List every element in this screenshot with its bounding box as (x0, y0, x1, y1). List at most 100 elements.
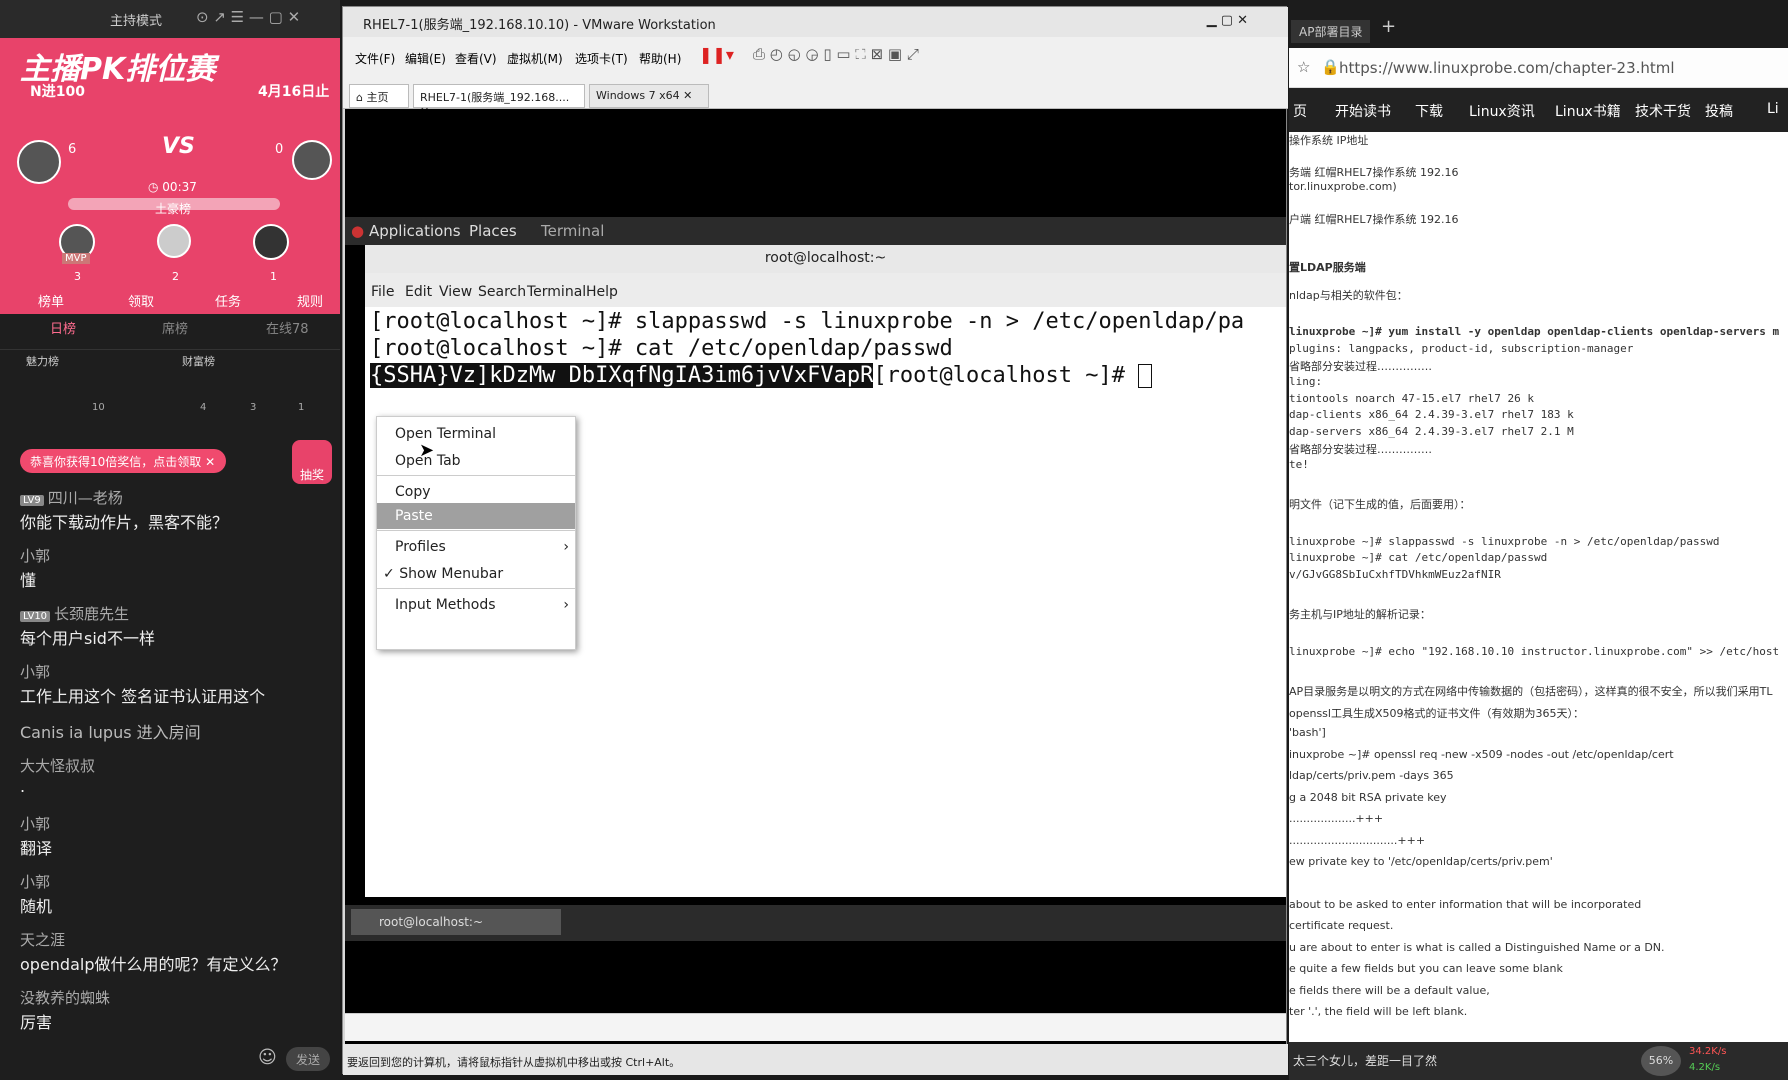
nav-download[interactable]: 下载 (1415, 101, 1443, 121)
term-menu-edit[interactable]: Edit (405, 284, 432, 300)
terminal-window[interactable]: root@localhost:~ File Edit View Search T… (365, 245, 1286, 897)
menu-vm[interactable]: 虚拟机(M) (507, 50, 563, 67)
menu-help[interactable]: 帮助(H) (639, 50, 681, 67)
vm-titlebar: RHEL7-1(服务端_192.168.10.10) - VMware Work… (343, 7, 1288, 37)
chevron-right-icon: › (563, 597, 569, 613)
doc-line: e fields there will be a default value, (1289, 984, 1490, 997)
doc-line: tor.linuxprobe.com) (1289, 180, 1397, 193)
nav-submit[interactable]: 投稿 (1705, 101, 1733, 121)
pause-icon[interactable]: ❚❚▾ (699, 45, 734, 64)
menu-tabs[interactable]: 选项卡(T) (575, 50, 628, 67)
ctx-input-methods[interactable]: Input Methods › (377, 592, 575, 618)
horizontal-scrollbar[interactable] (345, 1013, 1286, 1041)
download-speed: 4.2K/s (1689, 1062, 1721, 1073)
emoji-icon[interactable]: ☺ (258, 1047, 277, 1068)
chat-name-7: 小郭 (20, 873, 51, 891)
send-button[interactable]: 发送 (286, 1047, 330, 1071)
chat-name-6: 小郭 (20, 815, 51, 833)
tab-win7[interactable]: Windows 7 x64 ✕ (589, 84, 709, 108)
selected-text[interactable]: {SSHA}Vz]kDzMw DbIXqfNgIA3im6jvVxFVapR (370, 363, 874, 388)
tab-online[interactable]: 在线78 (266, 318, 309, 337)
ctx-show-menubar[interactable]: ✓ Show Menubar (377, 561, 575, 587)
ctx-open-terminal[interactable]: Open Terminal (377, 421, 575, 447)
vm-title-text: RHEL7-1(服务端_192.168.10.10) - VMware Work… (363, 18, 716, 33)
charm-count: 10 (92, 402, 105, 413)
doc-line: ew private key to '/etc/openldap/certs/p… (1289, 855, 1553, 868)
term-menu-terminal[interactable]: Terminal (527, 284, 586, 300)
terminal-line-1: [root@localhost ~]# slappasswd -s linuxp… (370, 309, 1245, 334)
new-tab-icon[interactable]: + (1381, 16, 1396, 37)
tab-win7-label: Windows 7 x64 (596, 89, 680, 102)
nav-books[interactable]: Linux书籍 (1555, 101, 1621, 121)
tab-home[interactable]: ⌂ 主页 (349, 84, 409, 108)
rich-avatar-2[interactable] (157, 224, 191, 258)
browser-tab[interactable]: AP部署目录 (1291, 20, 1371, 43)
chat-message-6: 翻译 (20, 839, 53, 858)
chat-name-5: 大大怪叔叔 (20, 757, 96, 775)
address-bar[interactable]: ☆ 🔒 https://www.linuxprobe.com/chapter-2… (1289, 48, 1788, 88)
nav-item[interactable]: 页 (1293, 101, 1307, 121)
doc-line: ...............................+++ (1289, 834, 1426, 847)
action-claim[interactable]: 领取 (128, 291, 154, 310)
term-menu-help[interactable]: Help (586, 284, 618, 300)
menu-file[interactable]: 文件(F) (355, 50, 395, 67)
term-menu-file[interactable]: File (371, 284, 394, 300)
tab-seat[interactable]: 席榜 (162, 318, 188, 337)
terminal-title: root@localhost:~ (365, 245, 1286, 273)
timer: ◷ 00:37 (148, 180, 197, 194)
applications-menu[interactable]: Applications (369, 222, 461, 240)
nav-start[interactable]: 开始读书 (1335, 101, 1391, 121)
term-menu-search[interactable]: Search (478, 284, 526, 300)
chat-name-4: Canis ia lupus 进入房间 (20, 723, 201, 742)
rich-avatar-1[interactable] (253, 224, 289, 260)
doc-code: dap-clients x86_64 2.4.39-3.el7 rhel7 18… (1289, 408, 1574, 421)
date-end-label: 4月16日止 (258, 84, 330, 100)
doc-code: 省略部分安装过程…………… (1289, 360, 1432, 373)
toolbar-icons[interactable]: ⎙ ◴ ◵ ◶ ▯ ▭ ⛶ ⊠ ▣ ⤢ (753, 45, 919, 63)
terminal-menu[interactable]: Terminal (541, 222, 604, 240)
live-tabs: 日榜 席榜 在线78 (0, 316, 340, 350)
doc-line: about to be asked to enter information t… (1289, 898, 1642, 911)
check-icon: ✓ (383, 566, 395, 582)
guest-screen[interactable]: ● Applications Places Terminal root@loca… (345, 109, 1286, 1044)
ctx-paste[interactable]: Paste (377, 503, 575, 529)
term-menu-view[interactable]: View (439, 284, 472, 300)
nav-tech[interactable]: 技术干货 (1635, 101, 1691, 121)
tab-rhel[interactable]: RHEL7-1(服务端_192.168.... ✕ (413, 84, 585, 118)
gnome-taskbar: root@localhost:~ (345, 905, 1286, 941)
ctx-open-tab[interactable]: Open Tab (377, 448, 575, 474)
site-nav: 页 开始读书 下载 Linux资讯 Linux书籍 技术干货 投稿 Li (1289, 88, 1788, 132)
doc-line: 操作系统 IP地址 (1289, 134, 1369, 147)
terminal-line-3: {SSHA}Vz]kDzMw DbIXqfNgIA3im6jvVxFVapR[r… (370, 363, 1153, 388)
gnome-topbar: ● Applications Places Terminal (345, 217, 1286, 245)
redhat-icon: ● (351, 222, 365, 240)
action-rules[interactable]: 规则 (297, 291, 323, 310)
nav-news[interactable]: Linux资讯 (1469, 101, 1535, 121)
action-task[interactable]: 任务 (215, 291, 241, 310)
ctx-copy[interactable]: Copy (377, 479, 575, 505)
doc-line: u are about to enter is what is called a… (1289, 941, 1665, 954)
action-ranking[interactable]: 榜单 (38, 291, 64, 310)
browser-footer: 太三个女儿，差距一目了然 56% 34.2K/s 4.2K/s (1289, 1042, 1788, 1080)
chat-name-1: 小郭 (20, 547, 51, 565)
settings-icon[interactable]: ⊙ ↗ ☰ — ▢ ✕ (196, 8, 300, 26)
nav-more[interactable]: Li (1767, 101, 1779, 117)
tab-daily[interactable]: 日榜 (50, 318, 76, 337)
menu-edit[interactable]: 编辑(E) (405, 50, 446, 67)
vm-statusbar: 要返回到您的计算机，请将鼠标指针从虚拟机中移出或按 Ctrl+Alt。 (343, 1044, 1288, 1075)
browser-tabbar: AP部署目录 + (1289, 0, 1788, 48)
rank-3: 3 (74, 270, 81, 283)
url-text[interactable]: https://www.linuxprobe.com/chapter-23.ht… (1339, 59, 1675, 77)
taskbar-item[interactable]: root@localhost:~ (351, 909, 561, 935)
avatar-right[interactable] (292, 140, 332, 180)
doc-line: 'bash'] (1289, 726, 1326, 739)
avatar-left[interactable] (17, 140, 61, 184)
ctx-profiles[interactable]: Profiles › (377, 534, 575, 560)
rank-2: 2 (172, 270, 179, 283)
window-controls-icon[interactable]: ▁ ▢ ✕ (1207, 13, 1248, 28)
menu-view[interactable]: 查看(V) (455, 50, 497, 67)
star-icon[interactable]: ☆ (1297, 58, 1310, 76)
footer-text[interactable]: 太三个女儿，差距一目了然 (1293, 1052, 1437, 1069)
doc-line: 务端 红帽RHEL7操作系统 192.16 (1289, 166, 1459, 179)
places-menu[interactable]: Places (469, 222, 517, 240)
